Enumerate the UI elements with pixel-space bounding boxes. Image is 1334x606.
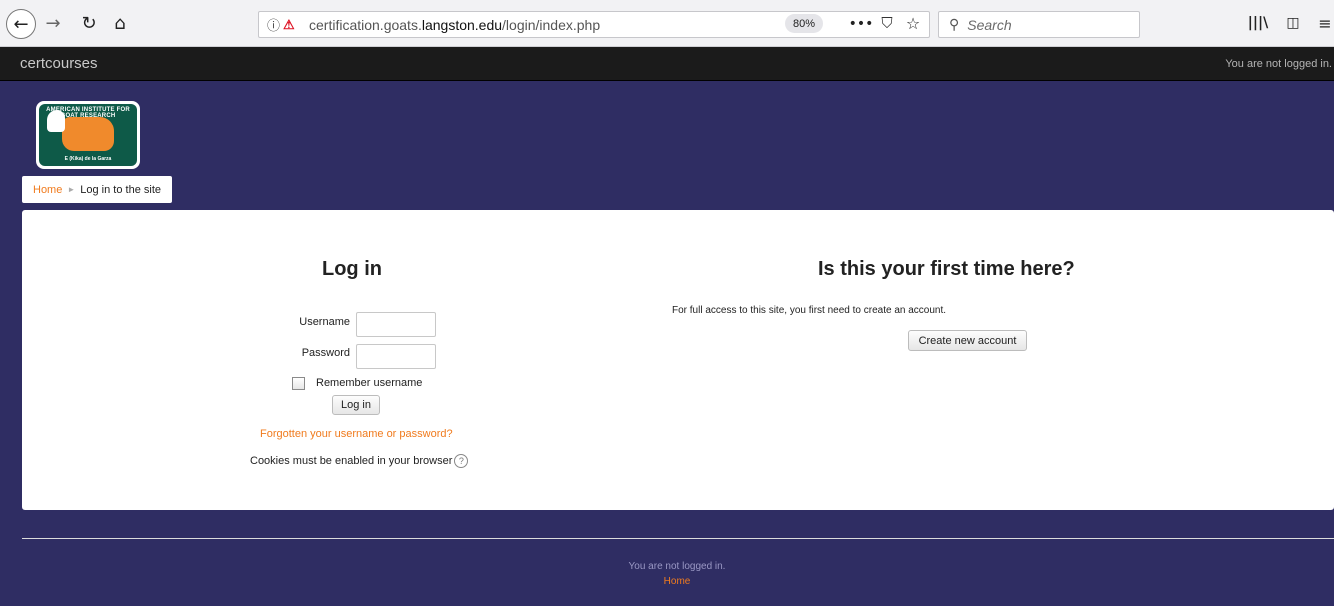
site-brand-link[interactable]: certcourses	[20, 55, 98, 72]
pocket-icon[interactable]: ⛉	[876, 8, 898, 38]
logo-badge: AMERICAN INSTITUTE FOR GOAT RESEARCH E (…	[39, 104, 137, 166]
username-field[interactable]	[356, 312, 436, 337]
navbar-login-status: You are not logged in.	[1225, 58, 1332, 70]
login-button[interactable]: Log in	[332, 395, 380, 415]
remember-username-label[interactable]: Remember username	[316, 377, 422, 389]
create-account-button[interactable]: Create new account	[908, 330, 1027, 351]
zoom-level-badge[interactable]: 80%	[785, 14, 823, 33]
password-label: Password	[301, 347, 350, 359]
url-host: certification.goats.	[309, 16, 422, 33]
cookies-note-text: Cookies must be enabled in your browser	[250, 455, 453, 467]
search-input[interactable]: ⚲ Search	[938, 11, 1140, 38]
sidebar-toggle-icon[interactable]: ◫	[1281, 8, 1305, 38]
footer-home-link[interactable]: Home	[0, 576, 1334, 587]
goat-graphic	[47, 110, 65, 132]
home-icon[interactable]: ⌂	[108, 8, 132, 38]
footer-divider	[22, 538, 1334, 539]
search-icon: ⚲	[949, 16, 960, 32]
url-path: /login/index.php	[502, 16, 601, 33]
breadcrumb-separator-icon: ►	[67, 185, 76, 194]
footer-login-status: You are not logged in.	[628, 561, 726, 572]
bookmark-star-icon[interactable]: ☆	[902, 8, 924, 38]
search-placeholder: Search	[967, 16, 1012, 33]
url-domain: langston.edu	[421, 16, 503, 33]
site-navbar: certcourses You are not logged in.	[0, 47, 1334, 81]
site-logo[interactable]: AMERICAN INSTITUTE FOR GOAT RESEARCH E (…	[36, 101, 140, 169]
breadcrumb-current: Log in to the site	[80, 183, 161, 196]
logo-bottom-text: E (Kika) de la Garza	[64, 156, 112, 162]
password-field[interactable]	[356, 344, 436, 369]
back-arrow-icon[interactable]: ←	[6, 9, 36, 39]
remember-username-checkbox[interactable]	[292, 377, 305, 390]
insecure-lock-icon[interactable]: ⚠	[283, 17, 301, 33]
reload-icon[interactable]: ↻	[78, 8, 100, 38]
breadcrumb: Home ► Log in to the site	[22, 176, 172, 203]
first-time-heading: Is this your first time here?	[818, 258, 1075, 280]
signup-description: For full access to this site, you first …	[672, 305, 947, 316]
username-label: Username	[299, 316, 350, 328]
main-content-card: Log in Username Password Remember userna…	[22, 210, 1334, 510]
address-bar[interactable]: ⓘ ⚠ certification.goats. langston.edu/log…	[258, 11, 930, 38]
forward-arrow-icon[interactable]: →	[42, 8, 64, 38]
cookies-note: Cookies must be enabled in your browser …	[250, 454, 469, 468]
help-icon[interactable]: ?	[454, 454, 469, 468]
browser-toolbar: ← → ↻ ⌂ ⓘ ⚠ certification.goats. langston…	[0, 0, 1334, 47]
usa-map-graphic	[62, 117, 114, 151]
page-actions-icon[interactable]: •••	[849, 9, 874, 39]
hamburger-menu-icon[interactable]: ≡	[1316, 8, 1334, 38]
forgot-password-link[interactable]: Forgotten your username or password?	[260, 428, 453, 440]
library-icon[interactable]: |||\	[1246, 8, 1270, 38]
info-icon[interactable]: ⓘ	[267, 15, 283, 34]
breadcrumb-home-link[interactable]: Home	[33, 184, 62, 196]
login-heading: Log in	[322, 258, 382, 280]
